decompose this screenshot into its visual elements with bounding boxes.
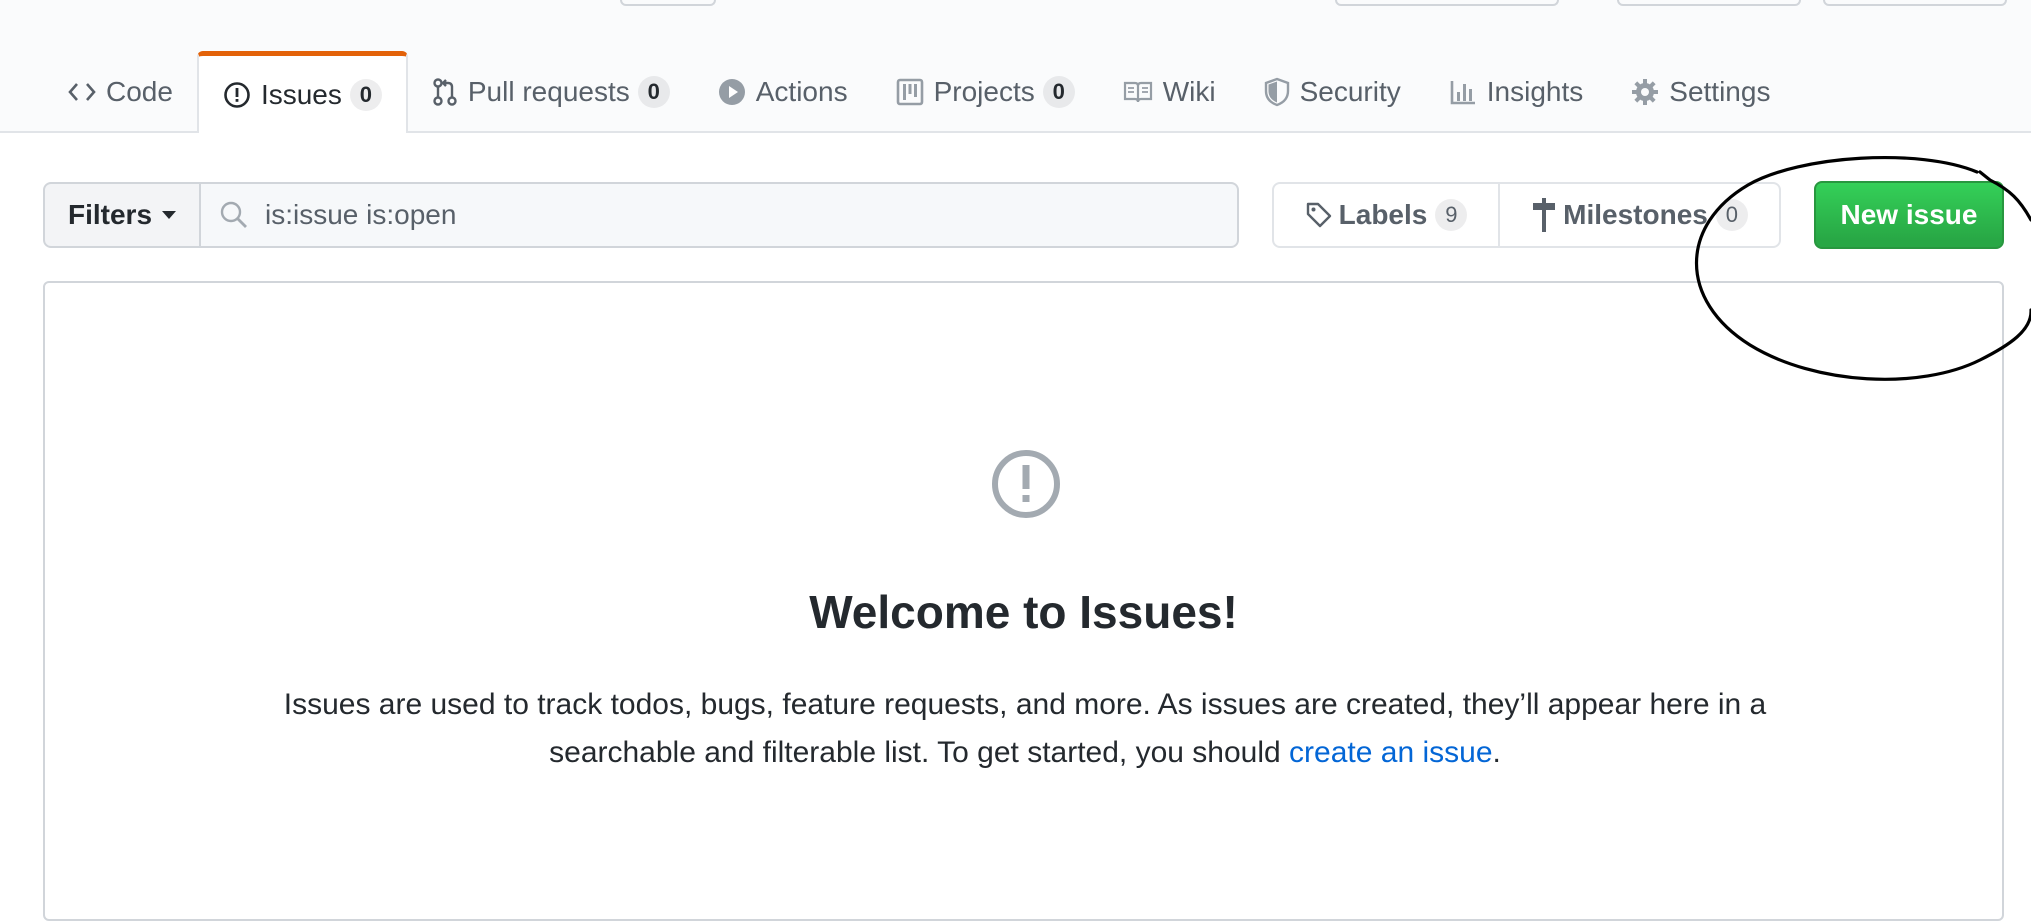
gear-icon <box>1631 78 1659 106</box>
search-icon <box>219 200 249 230</box>
book-icon <box>1123 80 1153 104</box>
tab-issues[interactable]: Issues 0 <box>196 51 408 133</box>
create-issue-link[interactable]: create an issue <box>1289 736 1492 769</box>
milestones-label: Milestones <box>1563 199 1708 230</box>
tab-wiki[interactable]: Wiki <box>1099 53 1240 131</box>
tab-actions[interactable]: Actions <box>694 53 872 131</box>
new-issue-label: New issue <box>1840 199 1978 230</box>
pull-requests-counter: 0 <box>637 76 670 108</box>
tab-label: Insights <box>1486 76 1584 107</box>
blankslate-title: Welcome to Issues! <box>809 586 1238 638</box>
tab-label: Code <box>106 76 173 107</box>
issues-counter: 0 <box>349 78 382 111</box>
issues-search[interactable] <box>199 182 1239 248</box>
tab-label: Settings <box>1669 76 1771 107</box>
tab-settings[interactable]: Settings <box>1607 53 1794 131</box>
tag-icon <box>1305 201 1333 229</box>
tab-insights[interactable]: Insights <box>1425 53 1608 131</box>
issue-opened-icon <box>990 448 1062 525</box>
header-button-fragment[interactable] <box>1823 0 2007 6</box>
tab-security[interactable]: Security <box>1240 53 1425 131</box>
shield-icon <box>1264 77 1290 107</box>
caret-down-icon <box>162 211 177 219</box>
milestones-counter: 0 <box>1715 199 1748 231</box>
tab-label: Issues <box>260 78 342 110</box>
tab-label: Wiki <box>1162 76 1216 107</box>
project-icon <box>896 78 924 106</box>
milestone-icon <box>1531 198 1557 232</box>
header-button-fragment[interactable] <box>1617 0 1801 6</box>
milestones-button[interactable]: Milestones 0 <box>1498 182 1781 248</box>
description-end: . <box>1492 736 1501 769</box>
tab-label: Actions <box>755 76 848 107</box>
tab-label: Security <box>1299 76 1401 107</box>
repo-header: Code Issues 0 Pull requests 0 Actions Pr… <box>0 0 2031 133</box>
git-pull-request-icon <box>432 77 458 107</box>
blankslate-description: Issues are used to track todos, bugs, fe… <box>275 681 1775 777</box>
filters-label: Filters <box>67 199 153 230</box>
tab-pull-requests[interactable]: Pull requests 0 <box>408 53 694 131</box>
new-issue-button[interactable]: New issue <box>1814 181 2004 249</box>
tab-code[interactable]: Code <box>44 53 197 131</box>
header-button-fragment[interactable] <box>620 0 716 6</box>
labels-label: Labels <box>1338 199 1428 230</box>
issue-opened-icon <box>223 81 251 109</box>
tab-projects[interactable]: Projects 0 <box>872 53 1099 131</box>
description-text: Issues are used to track todos, bugs, fe… <box>283 688 1767 769</box>
header-button-fragment[interactable] <box>1335 0 1559 6</box>
labels-counter: 9 <box>1435 199 1468 231</box>
tab-label: Pull requests <box>467 76 630 107</box>
graph-icon <box>1449 78 1477 106</box>
issues-blankslate: Welcome to Issues! Issues are used to tr… <box>43 281 2004 921</box>
code-icon <box>68 81 96 103</box>
tab-label: Projects <box>933 76 1035 107</box>
filters-button[interactable]: Filters <box>43 182 201 248</box>
projects-counter: 0 <box>1042 76 1075 108</box>
repo-tabs: Code Issues 0 Pull requests 0 Actions Pr… <box>44 51 1794 133</box>
search-input[interactable] <box>265 199 1165 231</box>
play-icon <box>718 78 746 106</box>
labels-button[interactable]: Labels 9 <box>1272 182 1500 248</box>
